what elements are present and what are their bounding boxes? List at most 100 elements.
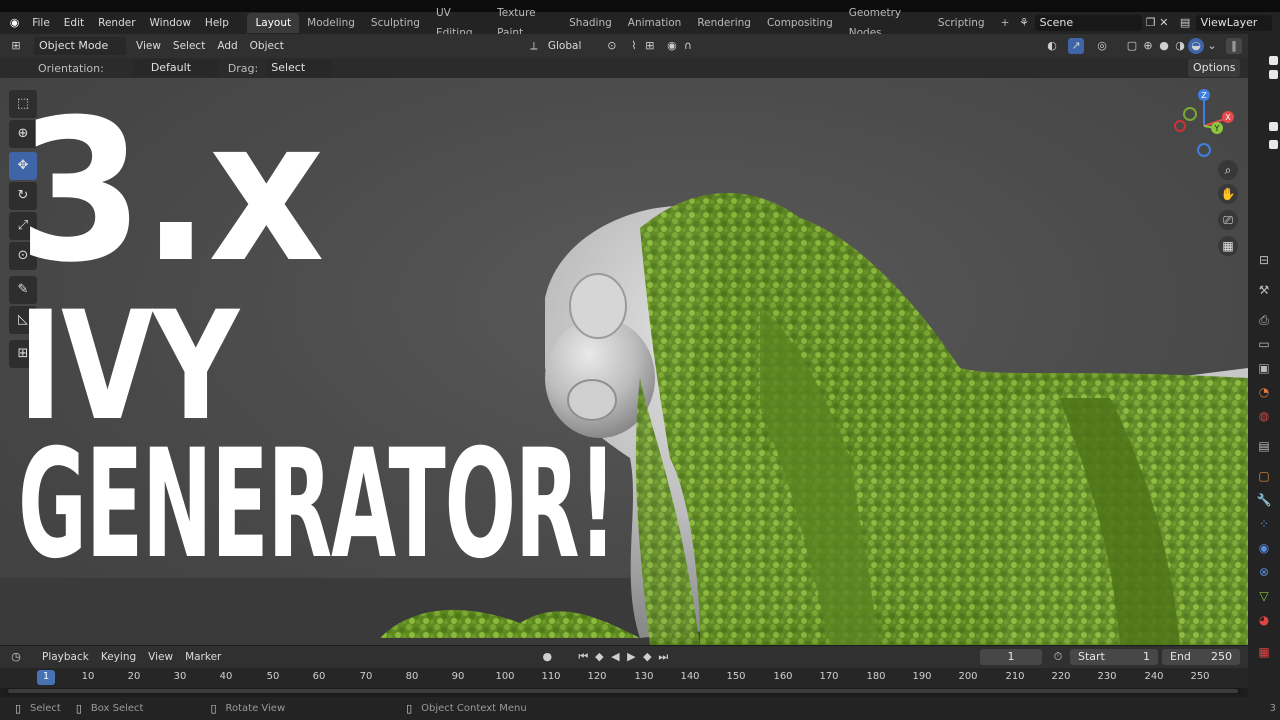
zoom-icon[interactable]: ⌕ <box>1218 160 1238 180</box>
xray-icon[interactable]: ▢ <box>1124 38 1140 54</box>
orientation-icon[interactable]: ⟂ <box>526 38 542 54</box>
menu-select[interactable]: Select <box>167 35 211 57</box>
stopwatch-icon[interactable]: ⏱ <box>1050 649 1066 665</box>
jump-end-icon[interactable]: ⏭ <box>655 649 671 665</box>
scene-selector[interactable]: Scene <box>1034 15 1143 31</box>
ruler-tick: 160 <box>773 671 793 682</box>
menu-edit[interactable]: Edit <box>57 12 91 34</box>
view-layer-selector[interactable]: ViewLayer <box>1195 15 1272 31</box>
pan-hand-icon[interactable]: ✋ <box>1218 184 1238 204</box>
tab-sculpting[interactable]: Sculpting <box>363 13 428 33</box>
delete-scene-icon[interactable]: ✕ <box>1157 15 1170 31</box>
marker-menu[interactable]: Marker <box>179 646 227 668</box>
outliner-checkbox-1[interactable] <box>1269 56 1278 65</box>
play-reverse-icon[interactable]: ◀ <box>607 649 623 665</box>
view-layer-icon[interactable]: ▤ <box>1178 15 1191 31</box>
object-properties-icon[interactable]: ▢ <box>1256 468 1272 484</box>
outliner-checkbox-3[interactable] <box>1269 122 1278 131</box>
ruler-tick: 210 <box>1005 671 1025 682</box>
gizmo-x-label: X <box>1225 113 1231 122</box>
menu-render[interactable]: Render <box>91 12 142 34</box>
gizmo-toggle-icon[interactable]: ↗ <box>1068 38 1084 54</box>
ruler-tick: 60 <box>312 671 326 682</box>
scene-properties-icon[interactable]: ◔ <box>1256 384 1272 400</box>
world-properties-icon[interactable]: ◍ <box>1256 408 1272 424</box>
ruler-tick: 50 <box>266 671 280 682</box>
texture-properties-icon[interactable]: ▦ <box>1256 644 1272 660</box>
options-dropdown[interactable]: Options <box>1188 59 1240 77</box>
timeline-scroll-thumb[interactable] <box>8 689 1238 693</box>
sidebar-toggle-icon[interactable]: ‖ <box>1226 38 1242 54</box>
end-frame-field[interactable]: End 250 <box>1162 649 1240 665</box>
outliner-checkbox-4[interactable] <box>1269 140 1278 149</box>
navigation-gizmo[interactable]: Z X Y <box>1170 86 1240 166</box>
outliner-checkbox-2[interactable] <box>1269 70 1278 79</box>
wireframe-shading-icon[interactable]: ⊕ <box>1140 38 1156 54</box>
modifier-properties-icon[interactable]: 🔧 <box>1256 492 1272 508</box>
new-scene-icon[interactable]: ❐ <box>1144 15 1157 31</box>
proportional-edit-icon[interactable]: ◉ <box>664 38 680 54</box>
snap-target-icon[interactable]: ⊞ <box>642 38 658 54</box>
physics-properties-icon[interactable]: ◉ <box>1256 540 1272 556</box>
blender-logo-icon[interactable]: ◉ <box>8 15 21 31</box>
particle-properties-icon[interactable]: ⁘ <box>1256 516 1272 532</box>
jump-next-keyframe-icon[interactable]: ◆ <box>639 649 655 665</box>
solid-shading-icon[interactable]: ● <box>1156 38 1172 54</box>
drag-dropdown[interactable]: Select Box <box>266 59 333 92</box>
status-context-menu: Object Context Menu <box>421 703 527 714</box>
timeline-editor-icon[interactable]: ◷ <box>8 649 24 665</box>
tab-shading[interactable]: Shading <box>561 13 620 33</box>
camera-view-icon[interactable]: ⎚ <box>1218 210 1238 230</box>
material-properties-icon[interactable]: ◕ <box>1256 612 1272 628</box>
keying-menu[interactable]: Keying <box>95 646 142 668</box>
tab-layout[interactable]: Layout <box>247 13 300 33</box>
material-shading-icon[interactable]: ◑ <box>1172 38 1188 54</box>
ruler-tick: 230 <box>1097 671 1117 682</box>
playback-menu[interactable]: Playback <box>36 646 95 668</box>
timeline-view-menu[interactable]: View <box>142 646 179 668</box>
tab-rendering[interactable]: Rendering <box>689 13 759 33</box>
menu-add[interactable]: Add <box>211 35 243 57</box>
start-frame-field[interactable]: Start 1 <box>1070 649 1158 665</box>
falloff-icon[interactable]: ∩ <box>680 38 696 54</box>
render-properties-icon[interactable]: ⎙ <box>1256 312 1272 328</box>
menu-help[interactable]: Help <box>198 12 236 34</box>
tool-properties-icon[interactable]: ⚒ <box>1256 282 1272 298</box>
view-layer-properties-icon[interactable]: ▣ <box>1256 360 1272 376</box>
tab-modeling[interactable]: Modeling <box>299 13 363 33</box>
jump-start-icon[interactable]: ⏮ <box>575 649 591 665</box>
3d-viewport[interactable]: ⬚ ⊕ ✥ ↻ ⤢ ⊙ ✎ ◺ ⊞ 3.x IVY GENERATOR! Z X… <box>0 78 1248 645</box>
rendered-shading-icon[interactable]: ◒ <box>1188 38 1204 54</box>
constraint-properties-icon[interactable]: ⊗ <box>1256 564 1272 580</box>
editor-type-icon[interactable]: ⊞ <box>8 38 24 54</box>
orientation-dropdown[interactable]: Default <box>133 59 218 77</box>
timeline-ruler[interactable]: 1 10 20 30 40 50 60 70 80 90 100 110 120… <box>0 668 1248 688</box>
snap-icon[interactable]: ⌇ <box>626 38 642 54</box>
mode-dropdown[interactable]: Object Mode <box>34 37 126 55</box>
add-workspace-button[interactable]: + <box>993 13 1018 33</box>
menu-file[interactable]: File <box>25 12 57 34</box>
scene-icon[interactable]: ⚘ <box>1017 15 1030 31</box>
overlay-toggle-icon[interactable]: ◎ <box>1094 38 1110 54</box>
menu-object[interactable]: Object <box>244 35 290 57</box>
jump-prev-keyframe-icon[interactable]: ◆ <box>591 649 607 665</box>
data-properties-icon[interactable]: ▽ <box>1256 588 1272 604</box>
output-properties-icon[interactable]: ▭ <box>1256 336 1272 352</box>
mouse-left-icon: ▯ <box>14 701 22 715</box>
perspective-grid-icon[interactable]: ▦ <box>1218 236 1238 256</box>
menu-window[interactable]: Window <box>143 12 198 34</box>
tab-animation[interactable]: Animation <box>620 13 690 33</box>
properties-editor-icon[interactable]: ⊟ <box>1256 252 1272 268</box>
pivot-icon[interactable]: ⊙ <box>604 38 620 54</box>
tab-compositing[interactable]: Compositing <box>759 13 841 33</box>
timeline-scrollbar[interactable] <box>6 688 1242 694</box>
current-frame-field[interactable]: 1 <box>980 649 1042 665</box>
menu-view[interactable]: View <box>130 35 167 57</box>
collection-properties-icon[interactable]: ▤ <box>1256 438 1272 454</box>
transform-orientation-dropdown[interactable]: Global <box>542 35 604 57</box>
play-icon[interactable]: ▶ <box>623 649 639 665</box>
tab-scripting[interactable]: Scripting <box>930 13 993 33</box>
shading-options-icon[interactable]: ⌄ <box>1204 38 1220 54</box>
visibility-icon[interactable]: ◐ <box>1044 38 1060 54</box>
keyframe-record-icon[interactable]: ● <box>539 649 555 665</box>
